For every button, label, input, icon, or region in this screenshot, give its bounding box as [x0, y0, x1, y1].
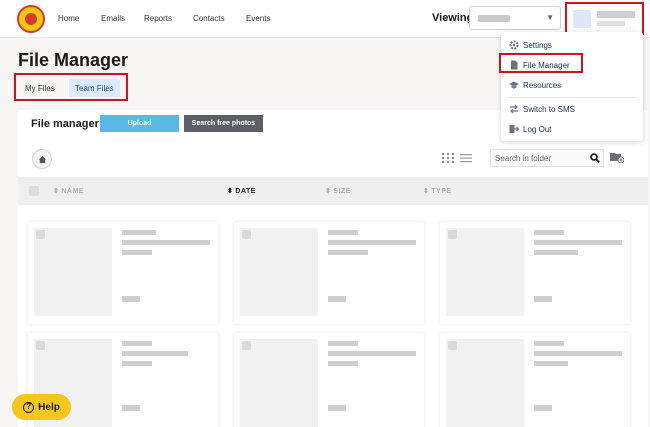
home-icon — [38, 155, 46, 163]
question-icon: ? — [23, 401, 35, 413]
menu-item-label: Settings — [523, 41, 552, 50]
new-folder-icon[interactable] — [610, 151, 624, 163]
file-manager-heading: File manager — [31, 118, 99, 130]
gear-icon — [509, 40, 519, 50]
file-tile[interactable] — [234, 222, 424, 324]
tab-my-files[interactable]: My Files — [19, 79, 61, 97]
logo-mark — [25, 13, 37, 25]
redacted-text — [122, 361, 152, 366]
menu-item-switch-to-sms[interactable]: Switch to SMS — [501, 100, 643, 118]
redacted-text — [534, 230, 564, 235]
switch-icon — [510, 104, 518, 114]
menu-item-label: Switch to SMS — [523, 105, 576, 114]
redacted-text — [534, 250, 578, 255]
file-tile[interactable] — [234, 333, 424, 427]
file-manager-highlight — [499, 53, 583, 73]
sort-icon: ⬍ — [423, 188, 430, 195]
file-tile[interactable] — [440, 333, 630, 427]
viewing-label: Viewing — [432, 12, 474, 24]
column-type-label: TYPE — [431, 188, 452, 195]
redacted-text — [534, 405, 552, 411]
user-name-redacted — [597, 11, 635, 18]
user-subtitle-redacted — [597, 21, 625, 26]
file-tile[interactable] — [440, 222, 630, 324]
list-view-icon[interactable] — [460, 153, 472, 163]
nav-contacts[interactable]: Contacts — [193, 14, 225, 23]
file-checkbox[interactable] — [242, 341, 251, 350]
column-size-label: SIZE — [333, 188, 351, 195]
redacted-text — [122, 230, 156, 235]
redacted-text — [328, 296, 346, 302]
redacted-text — [328, 250, 368, 255]
file-checkbox[interactable] — [448, 341, 457, 350]
column-date-label: DATE — [235, 188, 256, 195]
menu-item-log-out[interactable]: Log Out — [501, 120, 643, 138]
redacted-text — [328, 361, 358, 366]
account-select[interactable]: ▼ — [469, 6, 561, 30]
redacted-text — [534, 240, 622, 245]
redacted-text — [328, 405, 346, 411]
file-checkbox[interactable] — [448, 230, 457, 239]
file-thumbnail — [446, 228, 524, 316]
file-tile[interactable] — [28, 222, 218, 324]
nav-events[interactable]: Events — [246, 14, 270, 23]
column-name-label: NAME — [61, 188, 84, 195]
user-profile-button[interactable] — [565, 2, 644, 35]
redacted-text — [534, 341, 564, 346]
redacted-text — [328, 351, 416, 356]
redacted-text — [328, 230, 358, 235]
file-checkbox[interactable] — [242, 230, 251, 239]
redacted-text — [122, 240, 210, 245]
file-thumbnail — [34, 228, 112, 316]
sort-icon: ⬍ — [53, 188, 60, 195]
logout-icon — [509, 125, 519, 133]
nav-emails[interactable]: Emails — [101, 14, 125, 23]
column-header-name[interactable]: ⬍ NAME — [53, 187, 84, 195]
column-header-date[interactable]: ⬍ DATE — [227, 187, 256, 195]
redacted-text — [534, 351, 622, 356]
search-free-photos-button[interactable]: Search free photos — [184, 115, 263, 132]
menu-item-resources[interactable]: Resources — [501, 76, 643, 94]
file-checkbox[interactable] — [36, 341, 45, 350]
help-label: Help — [38, 401, 60, 413]
redacted-text — [122, 351, 188, 356]
menu-item-label: Resources — [523, 81, 562, 90]
column-header-type[interactable]: ⬍ TYPE — [423, 187, 452, 195]
search-in-folder-input[interactable] — [495, 151, 583, 165]
menu-item-label: Log Out — [523, 125, 552, 134]
redacted-text — [534, 296, 552, 302]
select-all-checkbox[interactable] — [29, 186, 39, 196]
account-name-redacted — [478, 15, 510, 22]
menu-item-settings[interactable]: Settings — [501, 36, 643, 54]
chevron-down-icon: ▼ — [546, 13, 554, 22]
redacted-text — [122, 405, 140, 411]
menu-divider — [505, 97, 639, 98]
graduation-cap-icon — [509, 81, 519, 89]
search-icon[interactable] — [590, 153, 600, 163]
sort-icon: ⬍ — [227, 188, 234, 195]
redacted-text — [534, 361, 568, 366]
upload-button[interactable]: Upload — [100, 115, 179, 132]
redacted-text — [122, 341, 152, 346]
redacted-text — [328, 240, 416, 245]
nav-reports[interactable]: Reports — [144, 14, 172, 23]
file-thumbnail — [446, 339, 524, 427]
page-title: File Manager — [18, 50, 129, 70]
grid-view-icon[interactable] — [442, 153, 454, 163]
redacted-text — [328, 341, 358, 346]
column-header-size[interactable]: ⬍ SIZE — [325, 187, 351, 195]
file-thumbnail — [240, 228, 318, 316]
sort-icon: ⬍ — [325, 188, 332, 195]
redacted-text — [122, 250, 152, 255]
redacted-text — [122, 296, 140, 302]
help-button[interactable]: ? Help — [12, 394, 71, 420]
nav-home[interactable]: Home — [58, 14, 79, 23]
file-checkbox[interactable] — [36, 230, 45, 239]
file-thumbnail — [240, 339, 318, 427]
home-folder-button[interactable] — [32, 149, 52, 169]
avatar — [573, 10, 591, 28]
brand-logo[interactable] — [17, 5, 45, 33]
tab-team-files[interactable]: Team Files — [69, 79, 120, 97]
